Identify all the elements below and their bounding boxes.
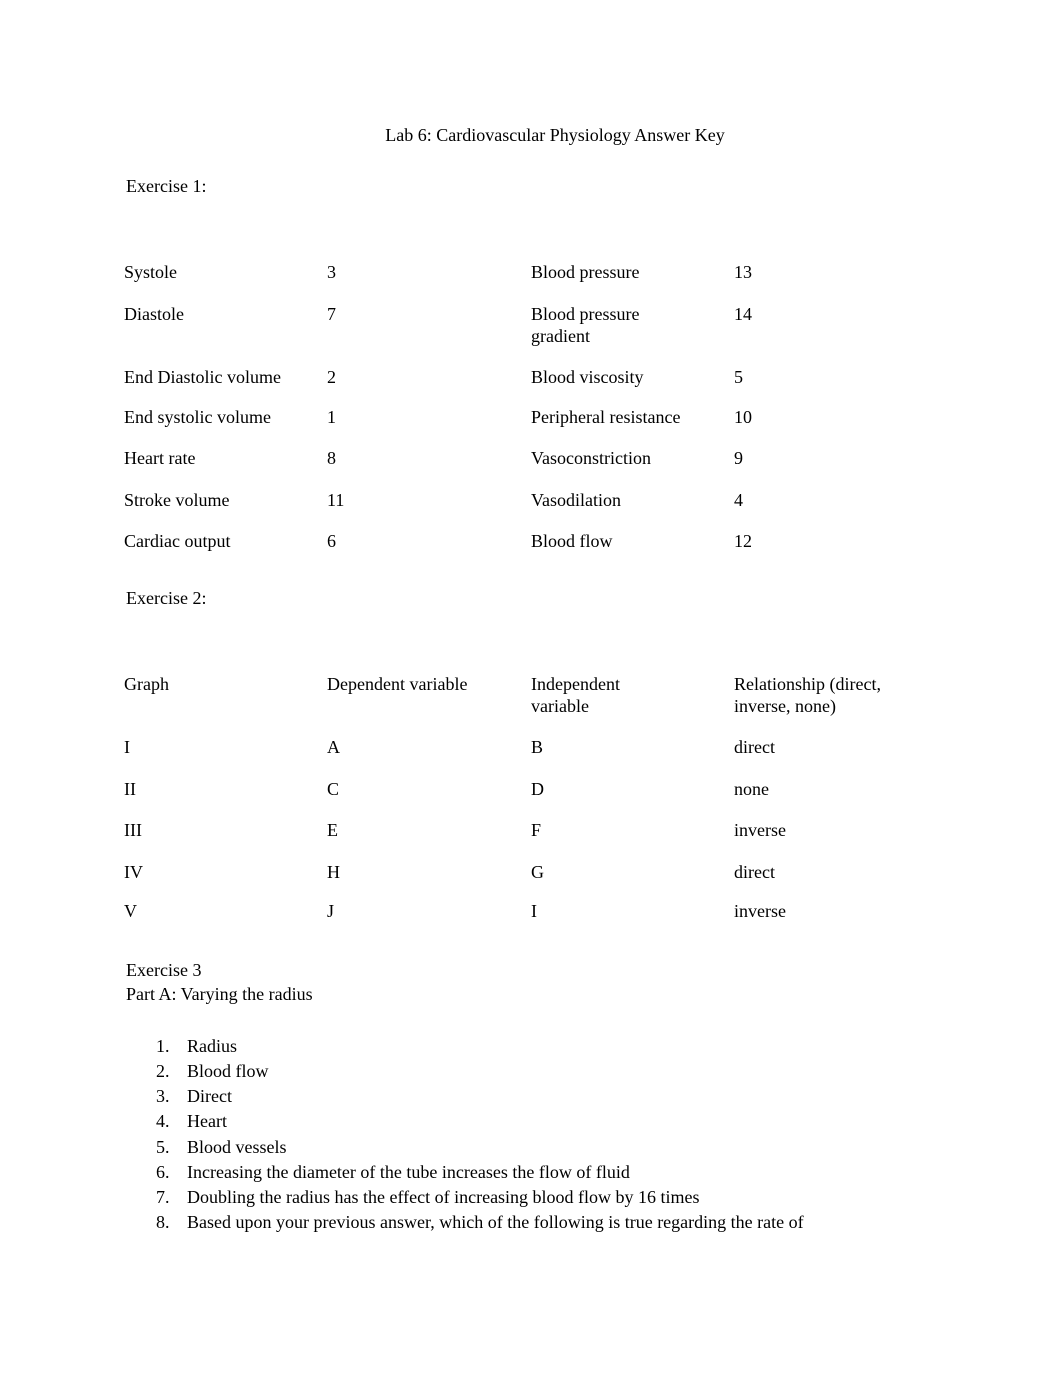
ex1-term: Cardiac output <box>124 531 231 551</box>
ex2-cell: F <box>531 820 542 840</box>
exercise3-subheading: Part A: Varying the radius <box>126 984 313 1004</box>
list-number: 6. <box>156 1162 170 1182</box>
document-title: Lab 6: Cardiovascular Physiology Answer … <box>385 125 725 145</box>
ex2-col-header: Graph <box>124 674 169 694</box>
ex1-answer: 1 <box>327 407 336 427</box>
ex2-cell: H <box>327 862 340 882</box>
ex2-col-header: Independent variable <box>531 674 620 716</box>
ex2-cell: A <box>327 737 340 757</box>
ex1-answer: 11 <box>327 490 345 510</box>
ex2-cell: E <box>327 820 338 840</box>
ex1-term: Stroke volume <box>124 490 230 510</box>
list-text: Increasing the diameter of the tube incr… <box>187 1162 630 1182</box>
list-number: 3. <box>156 1086 170 1106</box>
ex1-answer: 4 <box>734 490 743 510</box>
list-number: 7. <box>156 1187 170 1207</box>
ex2-cell: II <box>124 779 136 799</box>
ex1-term: Heart rate <box>124 448 196 468</box>
list-text: Blood flow <box>187 1061 269 1081</box>
ex1-term: Vasodilation <box>531 490 621 510</box>
list-text: Direct <box>187 1086 232 1106</box>
list-item: 8. Based upon your previous answer, which… <box>156 1211 804 1233</box>
ex2-cell: G <box>531 862 544 882</box>
list-item: 1. Radius <box>156 1035 237 1057</box>
ex2-cell: D <box>531 779 544 799</box>
ex1-answer: 2 <box>327 367 336 387</box>
exercise1-heading: Exercise 1: <box>126 176 207 196</box>
ex2-cell: I <box>124 737 130 757</box>
ex2-cell: C <box>327 779 340 799</box>
ex1-answer: 7 <box>327 304 336 324</box>
ex2-cell: B <box>531 737 544 757</box>
ex1-term: Blood pressure <box>531 262 640 282</box>
ex2-cell: none <box>734 779 769 799</box>
list-item: 7. Doubling the radius has the effect of … <box>156 1186 700 1208</box>
list-text: Doubling the radius has the effect of in… <box>187 1187 700 1207</box>
ex1-term: Systole <box>124 262 178 282</box>
list-text: Based upon your previous answer, which o… <box>187 1212 804 1232</box>
ex2-cell: direct <box>734 737 775 757</box>
list-text: Blood vessels <box>187 1137 287 1157</box>
ex1-term: Blood pressure gradient <box>531 304 640 346</box>
ex2-cell: direct <box>734 862 775 882</box>
list-number: 2. <box>156 1061 170 1081</box>
ex1-answer: 6 <box>327 531 336 551</box>
ex1-answer: 5 <box>734 367 743 387</box>
ex2-col-header: Dependent variable <box>327 674 468 694</box>
ex1-term: Vasoconstriction <box>531 448 651 468</box>
list-number: 1. <box>156 1036 170 1056</box>
ex1-term: Peripheral resistance <box>531 407 681 427</box>
ex2-cell: I <box>531 901 537 921</box>
ex2-cell: V <box>124 901 137 921</box>
ex1-term: Diastole <box>124 304 184 324</box>
ex1-term: End Diastolic volume <box>124 367 281 387</box>
list-number: 8. <box>156 1212 170 1232</box>
list-item: 5. Blood vessels <box>156 1136 287 1158</box>
ex1-answer: 12 <box>734 531 752 551</box>
ex2-cell: IV <box>124 862 143 882</box>
ex1-answer: 3 <box>327 262 336 282</box>
exercise2-heading: Exercise 2: <box>126 588 207 608</box>
list-text: Radius <box>187 1036 238 1056</box>
ex2-cell: inverse <box>734 820 786 840</box>
list-item: 2. Blood flow <box>156 1060 269 1082</box>
ex2-cell: J <box>327 901 335 921</box>
ex1-answer: 13 <box>734 262 752 282</box>
ex1-term: Blood viscosity <box>531 367 644 387</box>
ex1-term: End systolic volume <box>124 407 271 427</box>
ex2-col-header: Relationship (direct, inverse, none) <box>734 674 881 716</box>
ex1-term: Blood flow <box>531 531 613 551</box>
list-item: 4. Heart <box>156 1110 227 1132</box>
list-number: 4. <box>156 1111 170 1131</box>
exercise3-heading: Exercise 3 <box>126 960 202 980</box>
ex1-answer: 9 <box>734 448 743 468</box>
list-item: 6. Increasing the diameter of the tube in… <box>156 1161 630 1183</box>
ex2-cell: inverse <box>734 901 786 921</box>
ex1-answer: 14 <box>734 304 752 324</box>
ex1-answer: 10 <box>734 407 752 427</box>
list-text: Heart <box>187 1111 227 1131</box>
ex1-answer: 8 <box>327 448 336 468</box>
list-number: 5. <box>156 1137 170 1157</box>
list-item: 3. Direct <box>156 1085 232 1107</box>
ex2-cell: III <box>124 820 142 840</box>
